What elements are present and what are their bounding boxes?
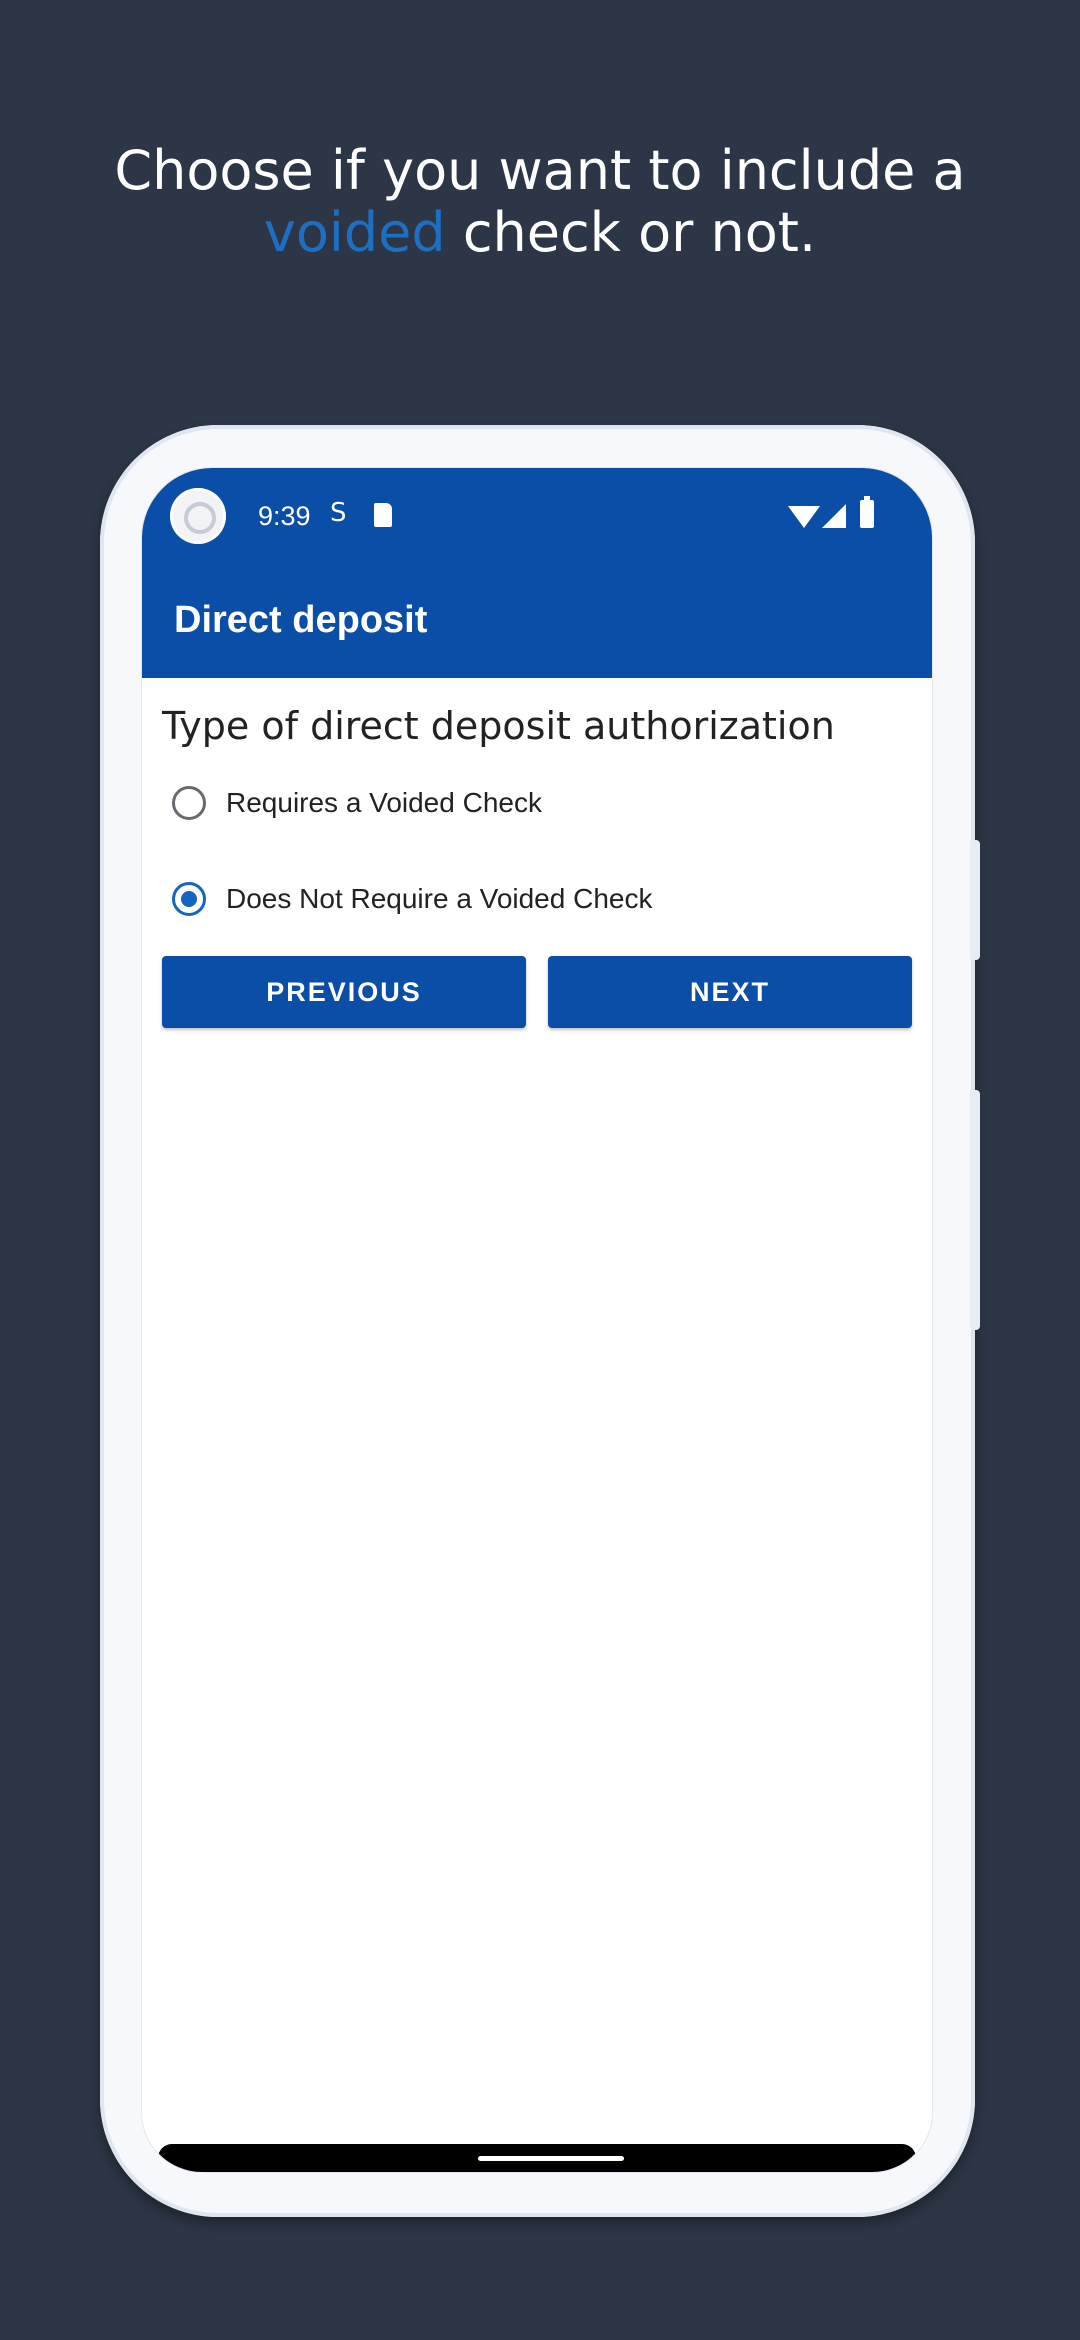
radio-button-checked[interactable] (172, 882, 206, 916)
radio-option-requires-voided-check[interactable]: Requires a Voided Check (172, 778, 872, 828)
next-button[interactable]: NEXT (548, 956, 912, 1028)
status-time: 9:39 (258, 501, 311, 531)
app-bar-title: Direct deposit (174, 599, 428, 641)
home-gesture-handle[interactable] (478, 2156, 624, 2161)
caption-line-1: Choose if you want to include a (114, 139, 966, 202)
radio-option-does-not-require-voided-check[interactable]: Does Not Require a Voided Check (172, 874, 872, 924)
phone-power-button (970, 1090, 980, 1330)
previous-button[interactable]: PREVIOUS (162, 956, 526, 1028)
wifi-icon (788, 506, 820, 528)
s-notification-icon: S (330, 498, 347, 528)
sd-card-icon (374, 503, 392, 527)
radio-button-unchecked[interactable] (172, 786, 206, 820)
promo-caption: Choose if you want to include a voided c… (0, 140, 1080, 264)
app-bar: 9:39 S Direct deposit (142, 468, 932, 678)
phone-screen: 9:39 S Direct deposit Type of direct dep… (142, 468, 932, 2172)
caption-line-2-rest: check or not. (445, 201, 817, 264)
battery-icon (860, 496, 874, 528)
caption-accent-word: voided (263, 201, 446, 264)
app-avatar-icon (170, 488, 226, 544)
status-bar: 9:39 S (142, 468, 932, 568)
radio-option-label: Does Not Require a Voided Check (226, 883, 653, 914)
signal-icon (822, 504, 846, 528)
radio-option-label: Requires a Voided Check (226, 787, 542, 818)
system-navigation-bar (158, 2144, 916, 2172)
phone-volume-button (970, 840, 980, 960)
caption-line-2: voided check or not. (0, 202, 1080, 264)
section-title: Type of direct deposit authorization (162, 704, 835, 748)
